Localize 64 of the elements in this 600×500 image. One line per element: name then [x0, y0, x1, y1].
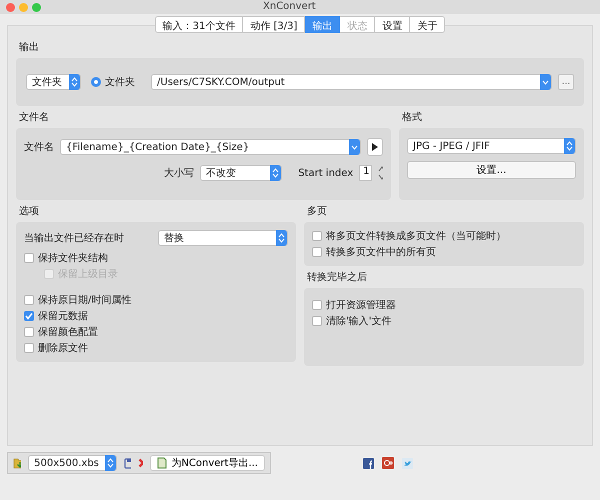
stepper-icon — [566, 140, 573, 152]
checkbox[interactable] — [312, 247, 322, 257]
checkbox-label: 打开资源管理器 — [326, 298, 396, 312]
section-title: 格式 — [401, 110, 423, 125]
format-select[interactable]: JPG - JPEG / JFIF — [407, 138, 576, 154]
checkbox-label: 删除原文件 — [38, 342, 88, 355]
checkbox-label: 保持文件夹结构 — [38, 252, 108, 265]
tab[interactable]: 动作 [3/3] — [243, 16, 306, 33]
export-button[interactable]: 为NConvert导出... — [150, 455, 265, 471]
settings-button[interactable]: 设置... — [407, 161, 576, 179]
start-index-field[interactable]: 1 — [359, 165, 372, 181]
document-icon — [157, 457, 168, 469]
checkbox-label: 清除'输入'文件 — [326, 314, 392, 328]
delete-icon[interactable] — [138, 458, 144, 468]
field-label: 大小写 — [164, 166, 194, 180]
case-select[interactable]: 不改变 — [200, 165, 282, 181]
checkbox-label: 转换多页文件中的所有页 — [326, 246, 436, 259]
zoom-button[interactable] — [32, 2, 41, 12]
checkbox-label: 保留颜色配置 — [38, 326, 98, 339]
checkbox[interactable] — [24, 253, 34, 263]
type-select[interactable]: 文件夹 — [26, 74, 81, 90]
checkbox-label: 将多页文件转换成多页文件（当可能时） — [326, 230, 506, 243]
checkbox[interactable] — [24, 343, 34, 353]
section-title: 输出 — [18, 40, 40, 55]
checkbox[interactable] — [312, 231, 322, 241]
tab[interactable]: 输入：31个文件 — [154, 16, 244, 33]
stepper-icon — [71, 76, 78, 88]
checkbox[interactable] — [24, 327, 34, 337]
save-icon[interactable] — [124, 458, 131, 468]
tab[interactable]: 设置 — [375, 16, 410, 33]
checkbox-label: 保持原日期/时间属性 — [38, 294, 132, 307]
field-label: Start index — [298, 168, 354, 178]
section-title: 多页 — [306, 205, 328, 219]
folder-icon[interactable] — [13, 457, 22, 469]
close-button[interactable] — [6, 2, 15, 12]
checkbox-label: 保留元数据 — [38, 310, 88, 323]
field-label: 当输出文件已经存在时 — [24, 232, 124, 245]
twitter-icon[interactable] — [402, 458, 413, 468]
tab[interactable]: 关于 — [410, 16, 446, 33]
facebook-icon[interactable] — [363, 458, 374, 468]
path-field[interactable]: /Users/C7SKY.COM/output — [151, 74, 552, 90]
radio-label: 文件夹 — [105, 76, 135, 89]
stepper-icon — [278, 232, 285, 244]
minimize-button[interactable] — [19, 2, 28, 12]
stepper-icon — [272, 167, 280, 179]
browse-button[interactable]: ... — [558, 74, 574, 90]
section-title: 转换完毕之后 — [306, 270, 368, 285]
google-plus-icon[interactable] — [382, 457, 394, 469]
play-icon — [372, 143, 378, 151]
checkbox[interactable] — [312, 300, 322, 310]
stepper-icon — [107, 457, 114, 469]
radio-button[interactable] — [91, 77, 101, 87]
stepper-icon[interactable] — [378, 165, 383, 181]
section-title: 文件名 — [18, 110, 50, 125]
insert-button[interactable] — [367, 138, 383, 156]
field-label: 文件名 — [24, 140, 54, 154]
filename-pattern-field[interactable]: {Filename}_{Creation Date}_{Size} — [60, 139, 361, 155]
preset-select[interactable]: 500x500.xbs — [28, 455, 118, 471]
section-title: 选项 — [18, 204, 40, 219]
window-title: XnConvert — [263, 1, 316, 13]
checkbox[interactable] — [24, 311, 34, 321]
checkbox[interactable] — [24, 295, 34, 305]
overwrite-select[interactable]: 替换 — [158, 230, 288, 246]
checkbox[interactable] — [312, 316, 322, 326]
